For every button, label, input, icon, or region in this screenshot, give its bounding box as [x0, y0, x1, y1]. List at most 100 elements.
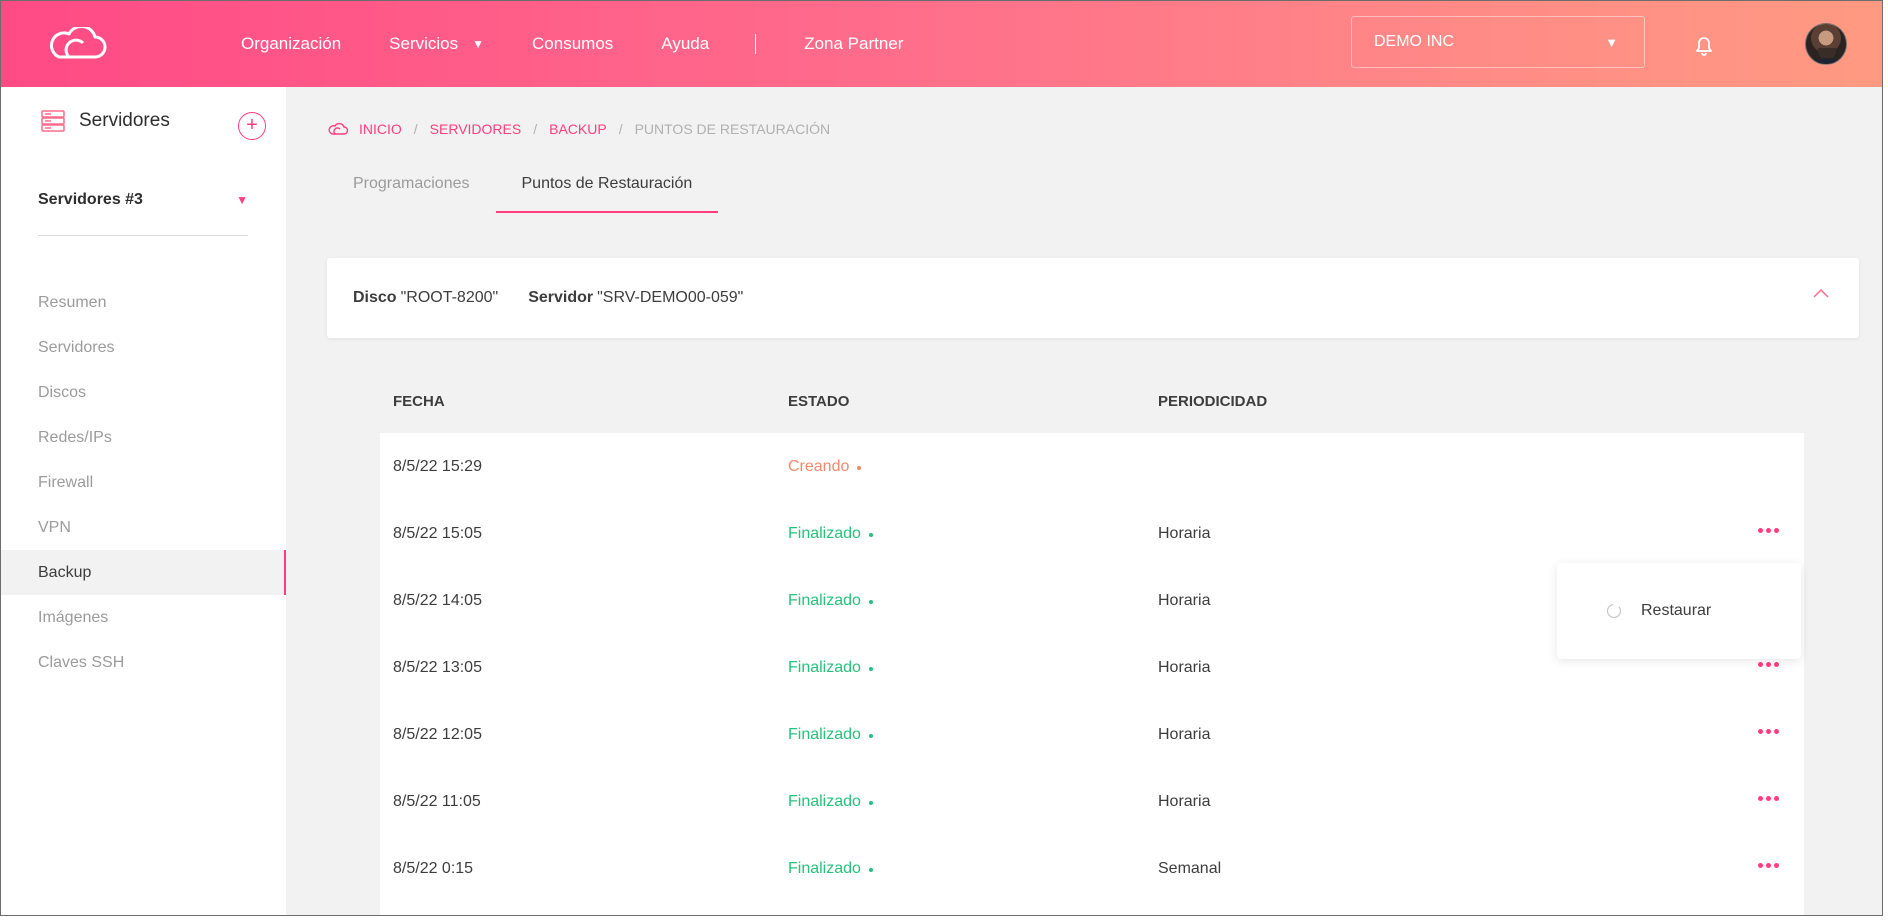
- chevron-up-icon[interactable]: [1813, 288, 1829, 298]
- cell-estado: Finalizado: [788, 634, 873, 701]
- cloud-home-icon[interactable]: [327, 122, 349, 136]
- organization-select[interactable]: DEMO INC ▼: [1351, 16, 1645, 68]
- caret-down-icon: ▼: [236, 193, 248, 207]
- status-text: Finalizado: [788, 793, 861, 810]
- status-dot: [868, 733, 873, 738]
- more-actions-dot: [1774, 796, 1779, 801]
- more-actions-dot: [1774, 729, 1779, 734]
- nav-label: Servicios: [389, 34, 459, 53]
- breadcrumb-servidores[interactable]: SERVIDORES: [430, 121, 522, 137]
- status-dot: [857, 465, 862, 470]
- restore-menu-item[interactable]: Restaurar: [1641, 602, 1711, 620]
- breadcrumb-backup[interactable]: BACKUP: [549, 121, 607, 137]
- status-dot: [868, 867, 873, 872]
- sidebar-item-claves-ssh[interactable]: Claves SSH: [1, 640, 286, 685]
- breadcrumb-current: PUNTOS DE RESTAURACIÓN: [634, 121, 831, 137]
- nav-label: Ayuda: [661, 34, 710, 53]
- cell-fecha: 8/5/22 15:29: [393, 458, 482, 475]
- more-actions-icon[interactable]: [1758, 662, 1779, 667]
- restore-points-table: 8/5/22 15:29 Creando 8/5/22 15:05 Finalizad…: [380, 433, 1804, 915]
- tabs: Programaciones Puntos de Restauración: [327, 161, 719, 213]
- cell-fecha: 8/5/22 15:05: [393, 525, 482, 542]
- more-actions-dot: [1758, 863, 1763, 868]
- nav-consumos[interactable]: Consumos: [532, 34, 613, 54]
- sidebar-item-imagenes[interactable]: Imágenes: [1, 595, 286, 640]
- more-actions-icon[interactable]: [1758, 729, 1779, 734]
- status-dot: [868, 599, 873, 604]
- nav-servicios[interactable]: Servicios ▼: [389, 34, 484, 54]
- caret-down-icon: ▼: [1605, 34, 1618, 50]
- sidebar-item-firewall[interactable]: Firewall: [1, 460, 286, 505]
- table-row: 8/5/22 15:29 Creando: [380, 433, 1804, 500]
- more-actions-icon[interactable]: [1758, 528, 1779, 533]
- more-actions-icon[interactable]: [1758, 863, 1779, 868]
- sidebar-item-backup[interactable]: Backup: [1, 550, 286, 595]
- more-actions-dot: [1758, 528, 1763, 533]
- status-text: Finalizado: [788, 726, 861, 743]
- refresh-icon: [1606, 603, 1622, 619]
- cell-periodicidad: Semanal: [1158, 860, 1222, 877]
- sidebar-item-servidores[interactable]: Servidores: [1, 325, 286, 370]
- sidebar-title: Servidores: [79, 110, 170, 131]
- more-actions-icon[interactable]: [1758, 796, 1779, 801]
- cell-fecha: 8/5/22 12:05: [393, 726, 482, 743]
- sidebar-item-discos[interactable]: Discos: [1, 370, 286, 415]
- cell-periodicidad: Horaria: [1158, 726, 1211, 743]
- nav-ayuda[interactable]: Ayuda: [661, 34, 709, 54]
- cell-estado: Finalizado: [788, 701, 873, 768]
- user-avatar[interactable]: [1805, 23, 1847, 65]
- nav-zona-partner[interactable]: Zona Partner: [804, 34, 903, 54]
- table-row: 8/5/22 0:15 Finalizado Semanal: [380, 835, 1804, 902]
- server-info: Servidor "SRV-DEMO00-059": [528, 289, 743, 307]
- breadcrumb-separator: /: [533, 121, 538, 137]
- cell-fecha: 8/5/22 14:05: [393, 592, 482, 609]
- nav-organizacion[interactable]: Organización: [241, 34, 341, 54]
- server-group-select[interactable]: Servidores #3 ▼: [38, 191, 248, 209]
- cell-estado: Finalizado: [788, 567, 873, 634]
- row-actions-menu: Restaurar: [1557, 563, 1801, 659]
- cell-periodicidad: Horaria: [1158, 659, 1211, 676]
- sidebar-item-redes-ips[interactable]: Redes/IPs: [1, 415, 286, 460]
- divider: [38, 235, 248, 236]
- cell-periodicidad: Horaria: [1158, 525, 1211, 542]
- cell-fecha: 8/5/22 13:05: [393, 659, 482, 676]
- bell-icon[interactable]: [1693, 35, 1715, 57]
- tab-programaciones[interactable]: Programaciones: [327, 161, 496, 213]
- cell-periodicidad: Horaria: [1158, 793, 1211, 810]
- more-actions-dot: [1758, 729, 1763, 734]
- status-text: Finalizado: [788, 860, 861, 877]
- more-actions-dot: [1766, 863, 1771, 868]
- sidebar: Servidores + Servidores #3 ▼ Resumen Ser…: [1, 87, 286, 915]
- column-header-estado: ESTADO: [788, 393, 850, 410]
- column-header-periodicidad: PERIODICIDAD: [1158, 393, 1268, 410]
- status-text: Creando: [788, 458, 850, 475]
- disk-info-card: Disco "ROOT-8200" Servidor "SRV-DEMO00-059…: [327, 258, 1859, 338]
- table-row: 8/5/22 15:05 Finalizado Horaria: [380, 500, 1804, 567]
- sidebar-item-resumen[interactable]: Resumen: [1, 280, 286, 325]
- more-actions-dot: [1766, 729, 1771, 734]
- status-dot: [868, 800, 873, 805]
- disk-label: Disco: [353, 289, 397, 306]
- breadcrumb-inicio[interactable]: INICIO: [359, 121, 402, 137]
- main-nav: Organización Servicios ▼ Consumos Ayuda Z…: [241, 1, 951, 87]
- nav-label: Organización: [241, 34, 342, 53]
- nav-label: Consumos: [532, 34, 614, 53]
- disk-value: "ROOT-8200": [400, 289, 499, 306]
- server-label: Servidor: [528, 289, 594, 306]
- server-icon: [41, 110, 65, 132]
- add-server-button[interactable]: +: [238, 112, 266, 140]
- nav-divider: [755, 34, 757, 54]
- avatar-shirt: [1810, 58, 1844, 64]
- breadcrumb-separator: /: [413, 121, 418, 137]
- sidebar-item-vpn[interactable]: VPN: [1, 505, 286, 550]
- cell-estado: Finalizado: [788, 768, 873, 835]
- cell-estado: Creando: [788, 433, 862, 500]
- organization-select-value: DEMO INC: [1374, 33, 1454, 50]
- more-actions-dot: [1774, 863, 1779, 868]
- status-text: Finalizado: [788, 525, 861, 542]
- table-row: 8/5/22 11:05 Finalizado Horaria: [380, 768, 1804, 835]
- sidebar-menu: Resumen Servidores Discos Redes/IPs Fire…: [1, 280, 286, 685]
- app-window: Organización Servicios ▼ Consumos Ayuda Z…: [0, 0, 1883, 916]
- tab-puntos-de-restauracion[interactable]: Puntos de Restauración: [495, 161, 719, 213]
- cloud-logo-icon[interactable]: [45, 27, 107, 61]
